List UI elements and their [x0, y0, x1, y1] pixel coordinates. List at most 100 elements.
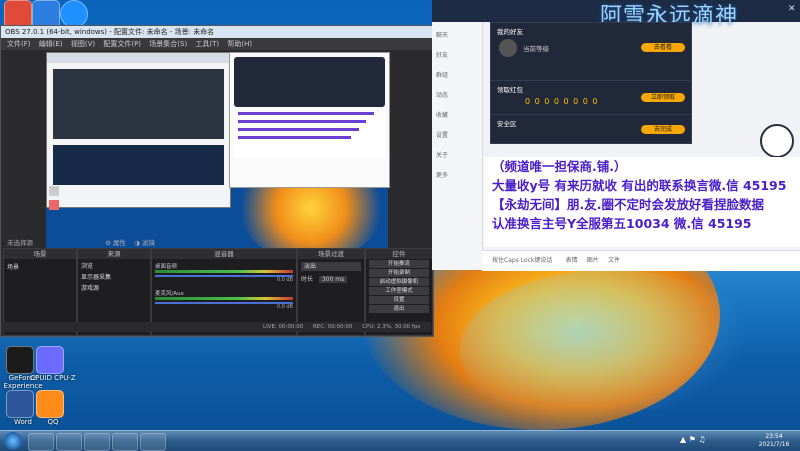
nested-title [47, 53, 230, 63]
message-line: 【永劫无间】朋.友.圈不定时会发放好看捏脸数据 [492, 197, 764, 212]
redpacket-card: 领取红包 0 0 0 0 0 0 0 0 立即领取 [490, 80, 692, 116]
card-button[interactable]: 去看看 [641, 43, 685, 52]
clock-time: 23:54 [765, 433, 783, 440]
card-desc: 当前等级 [523, 45, 549, 53]
menu-tools[interactable]: 工具(T) [195, 40, 219, 48]
start-recording-button[interactable]: 开始录制 [369, 269, 429, 277]
sources-title: 来源 [78, 249, 150, 259]
toolbar-emoji[interactable]: 表情 [566, 257, 578, 264]
source-item[interactable]: 浏览 [81, 261, 147, 270]
live-time: LIVE: 00:00:00 [263, 324, 304, 330]
cpu-usage: CPU: 2.3%, 30.00 fps [362, 324, 421, 330]
filter-icon[interactable]: ◑ [134, 239, 140, 247]
preview-nested-chat [229, 52, 390, 188]
close-icon[interactable]: ✕ [788, 4, 796, 14]
sidebar-item[interactable]: 动态 [436, 90, 482, 99]
sidebar-item[interactable]: 关于 [436, 150, 482, 159]
exit-button[interactable]: 退出 [369, 305, 429, 313]
mixer-title: 混音器 [152, 249, 296, 259]
mic-hint[interactable]: 按住Caps Lock键说话 [492, 257, 552, 264]
duration-input[interactable]: 300 ms [318, 276, 348, 283]
desktop-cpuz-icon[interactable] [36, 346, 64, 374]
transition-duration-row: 时长 300 ms [301, 274, 361, 283]
obs-statusbar: LIVE: 00:00:00 REC: 00:00:00 CPU: 2.3%, … [3, 322, 431, 332]
card-title: 我的好友 [497, 28, 523, 36]
menu-file[interactable]: 文件(F) [7, 40, 31, 48]
card-button[interactable]: 立即领取 [641, 93, 685, 102]
duration-label: 时长 [301, 276, 314, 283]
taskbar-browser-icon[interactable] [56, 433, 82, 451]
sidebar-item[interactable]: 更多 [436, 170, 482, 179]
sidebar-item[interactable]: 聊天 [436, 30, 482, 39]
desktop-icon-label: QQ [47, 418, 59, 426]
menu-scene-collection[interactable]: 场景集合(S) [149, 40, 187, 48]
clock[interactable]: 23:54 2021/7/16 [752, 433, 796, 449]
chat-input-bar: 按住Caps Lock键说话 表情 图片 文件 [482, 250, 800, 271]
menu-help[interactable]: 帮助(H) [227, 40, 252, 48]
settings-button[interactable]: 设置 [369, 296, 429, 304]
desktop-qq-icon[interactable] [36, 390, 64, 418]
obs-title-bar: OBS 27.0.1 (64-bit, windows) - 配置文件: 未命名… [1, 26, 433, 38]
desktop-word-icon[interactable] [6, 390, 34, 418]
desktop-geforce-icon[interactable] [6, 346, 34, 374]
desktop-app-icon[interactable] [32, 0, 60, 28]
chat-window: 阿雪永远滴神 ✕ 聊天 好友 群组 动态 收藏 设置 关于 更多 我的好友 当前… [432, 0, 800, 271]
desktop-app-icon[interactable] [4, 0, 32, 28]
transitions-title: 场景过渡 [298, 249, 364, 259]
clock-date: 2021/7/16 [758, 441, 790, 448]
toolbar-image[interactable]: 图片 [587, 257, 599, 264]
preview-desktop-icons [49, 186, 89, 226]
sidebar-item[interactable]: 设置 [436, 130, 482, 139]
transition-select[interactable]: 淡出 [301, 262, 361, 271]
track-name: 桌面音频 [155, 264, 178, 270]
obs-menu-bar: 文件(F) 编辑(E) 视图(V) 配置文件(P) 场景集合(S) 工具(T) … [1, 38, 433, 50]
menu-profile[interactable]: 配置文件(P) [103, 40, 141, 48]
card-button[interactable]: 去完成 [641, 125, 685, 134]
taskbar-media-icon[interactable] [84, 433, 110, 451]
volume-meter [155, 297, 293, 300]
toolbar-file[interactable]: 文件 [608, 257, 620, 264]
controls-title: 控件 [366, 249, 432, 259]
chat-top-bar: 阿雪永远滴神 ✕ [432, 0, 800, 29]
desktop-app-icon[interactable] [60, 0, 88, 28]
sidebar-item[interactable]: 群组 [436, 70, 482, 79]
mixer-track: 桌面音频 0.0 dB [152, 259, 296, 286]
studio-mode-button[interactable]: 工作室模式 [369, 287, 429, 295]
friend-card: 我的好友 当前等级 去看看 [490, 22, 692, 82]
source-item[interactable]: 显示器采集 [81, 272, 147, 281]
source-item[interactable]: 游戏源 [81, 283, 147, 292]
obs-window: OBS 27.0.1 (64-bit, windows) - 配置文件: 未命名… [0, 25, 434, 337]
message-area: （频道唯一担保商.铺.） 大量收y号 有来历就收 有出的联系换言微.信 4519… [484, 157, 800, 247]
track-db: 0.0 dB [276, 277, 293, 283]
nested-obs [53, 69, 224, 139]
taskbar-obs-icon[interactable] [112, 433, 138, 451]
scene-item[interactable]: 场景 [7, 262, 73, 271]
filters-button[interactable]: 滤镜 [142, 239, 155, 247]
safe-card: 安全区 去完成 [490, 114, 692, 144]
menu-edit[interactable]: 编辑(E) [39, 40, 63, 48]
gear-icon[interactable]: ⚙ [105, 239, 111, 247]
tray-icons[interactable]: ▲ ⚑ ♫ [680, 435, 706, 444]
menu-view[interactable]: 视图(V) [71, 40, 95, 48]
obs-title: OBS 27.0.1 (64-bit, windows) - 配置文件: 未命名… [5, 28, 215, 36]
start-streaming-button[interactable]: 开始推流 [369, 260, 429, 268]
properties-button[interactable]: 属性 [113, 239, 126, 247]
message-line: 大量收y号 有来历就收 有出的联系换言微.信 45195 [492, 178, 787, 193]
start-button[interactable] [4, 432, 22, 450]
scenes-title: 场景 [4, 249, 76, 259]
message-line: （频道唯一担保商.铺.） [492, 159, 627, 174]
volume-meter [155, 270, 293, 273]
float-bubble-icon[interactable] [760, 124, 794, 158]
nested-card [234, 57, 385, 107]
virtual-camera-button[interactable]: 启动虚拟摄像机 [369, 278, 429, 286]
wallpaper-shine [460, 270, 760, 430]
taskbar: ▲ ⚑ ♫ 23:54 2021/7/16 [0, 430, 800, 451]
taskbar-explorer-icon[interactable] [28, 433, 54, 451]
taskbar-app-icon[interactable] [140, 433, 166, 451]
message-line: 认准换言主号Y全服第五10034 微.信 45195 [492, 216, 752, 231]
nested-desktop [53, 145, 224, 185]
sidebar-item[interactable]: 收藏 [436, 110, 482, 119]
sidebar-item[interactable]: 好友 [436, 50, 482, 59]
card-digits: 0 0 0 0 0 0 0 0 [525, 97, 599, 106]
track-db: 0.0 dB [276, 304, 293, 310]
